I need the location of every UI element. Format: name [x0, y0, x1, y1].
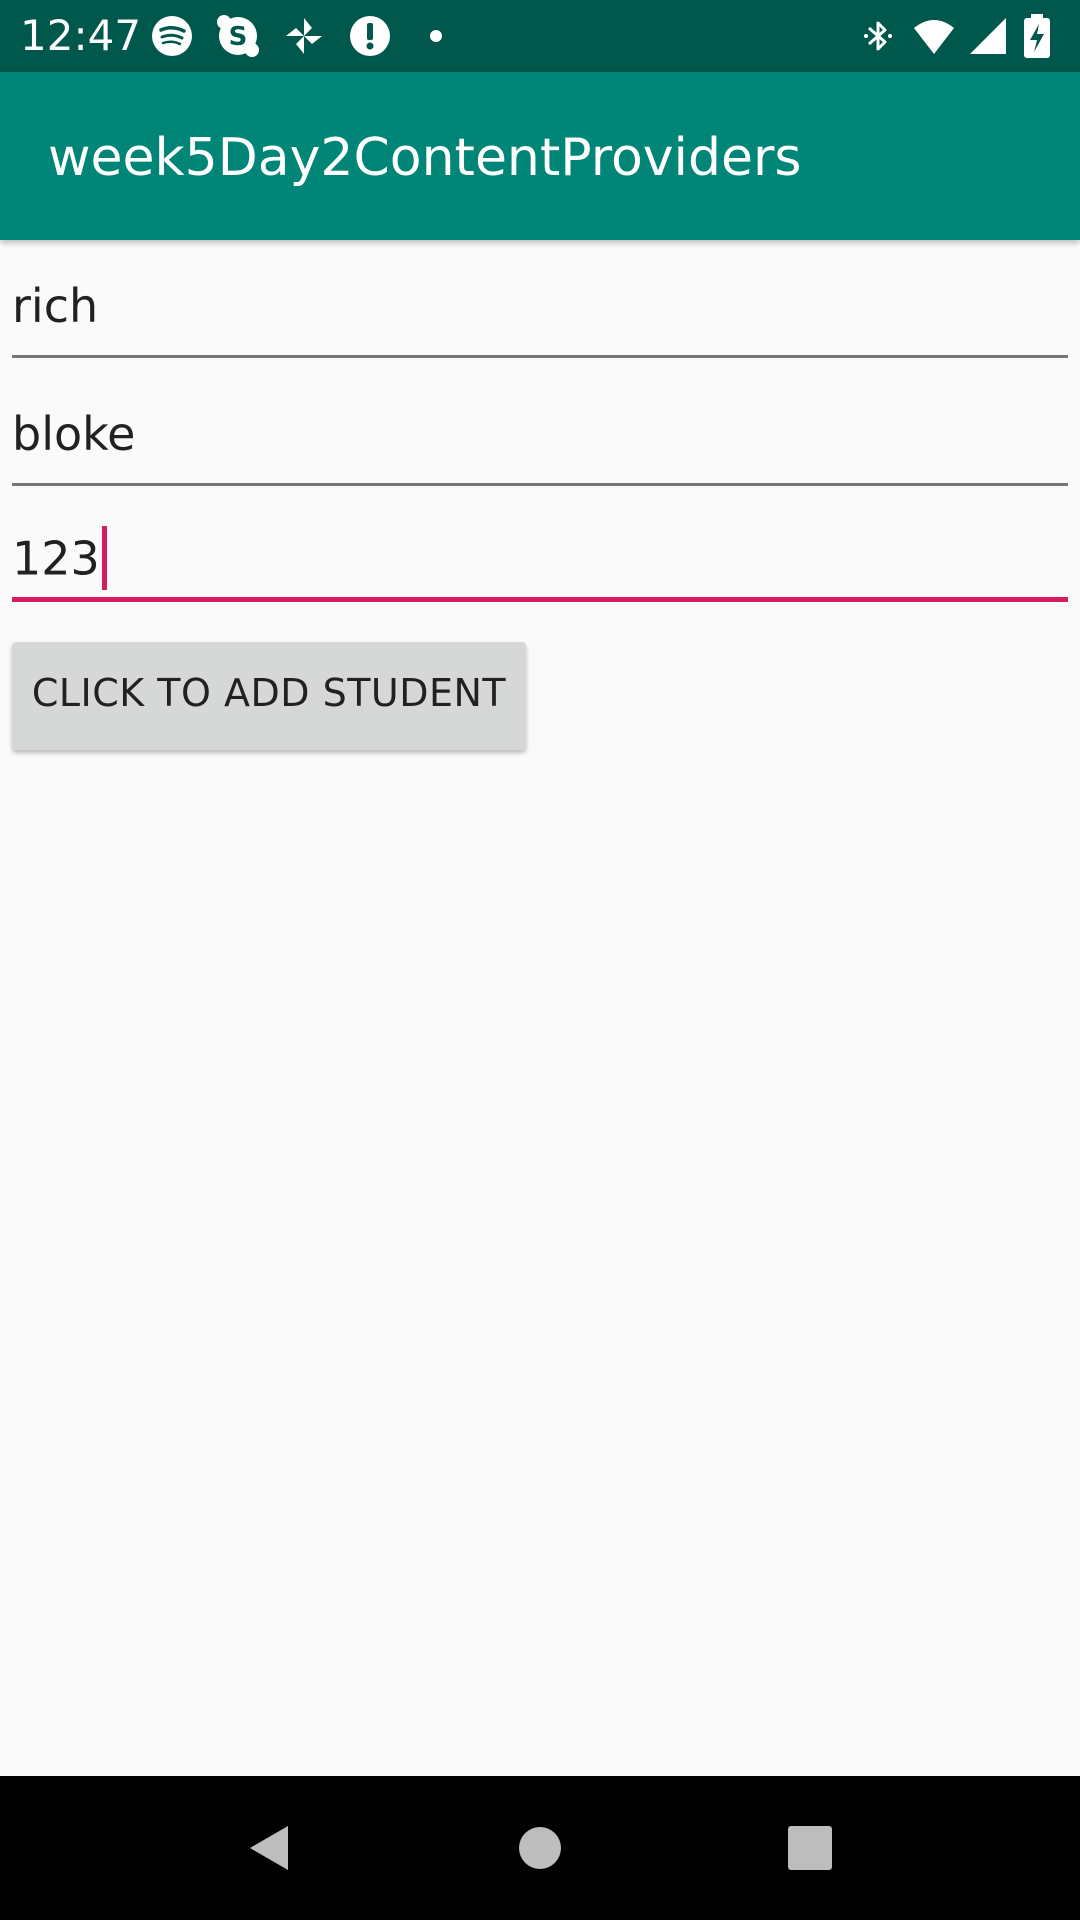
app-bar: week5Day2ContentProviders	[0, 72, 1080, 240]
recents-icon[interactable]	[762, 1800, 858, 1896]
home-icon[interactable]	[492, 1800, 588, 1896]
first-name-value: rich	[12, 279, 99, 333]
bluetooth-icon	[856, 14, 900, 58]
last-name-underline	[12, 483, 1068, 486]
student-id-value-wrap: 123	[12, 526, 107, 594]
status-time: 12:47	[20, 11, 142, 60]
first-name-field[interactable]: rich	[12, 262, 1068, 358]
last-name-field[interactable]: bloke	[12, 390, 1068, 486]
text-cursor	[101, 526, 107, 590]
back-icon[interactable]	[220, 1800, 316, 1896]
wifi-icon	[912, 14, 956, 58]
student-id-value: 123	[12, 531, 100, 586]
svg-text:S: S	[229, 22, 248, 52]
battery-charging-icon	[1018, 14, 1056, 58]
last-name-value: bloke	[12, 407, 136, 461]
pinwheel-icon	[282, 14, 326, 58]
app-title: week5Day2ContentProviders	[48, 128, 802, 188]
navigation-bar	[0, 1776, 1080, 1920]
student-id-underline	[12, 597, 1068, 602]
first-name-underline	[12, 355, 1068, 358]
screen: 12:47 S week5Day2ContentProviders rich b…	[0, 0, 1080, 1920]
spotify-icon	[150, 14, 194, 58]
student-id-field[interactable]: 123	[12, 506, 1068, 602]
add-student-button-label: CLICK TO ADD STUDENT	[31, 671, 507, 715]
dot-icon	[414, 14, 458, 58]
status-bar: 12:47 S	[0, 0, 1080, 72]
add-student-button[interactable]: CLICK TO ADD STUDENT	[12, 642, 526, 750]
skype-icon: S	[216, 14, 260, 58]
signal-icon	[966, 14, 1010, 58]
alert-icon	[348, 14, 392, 58]
